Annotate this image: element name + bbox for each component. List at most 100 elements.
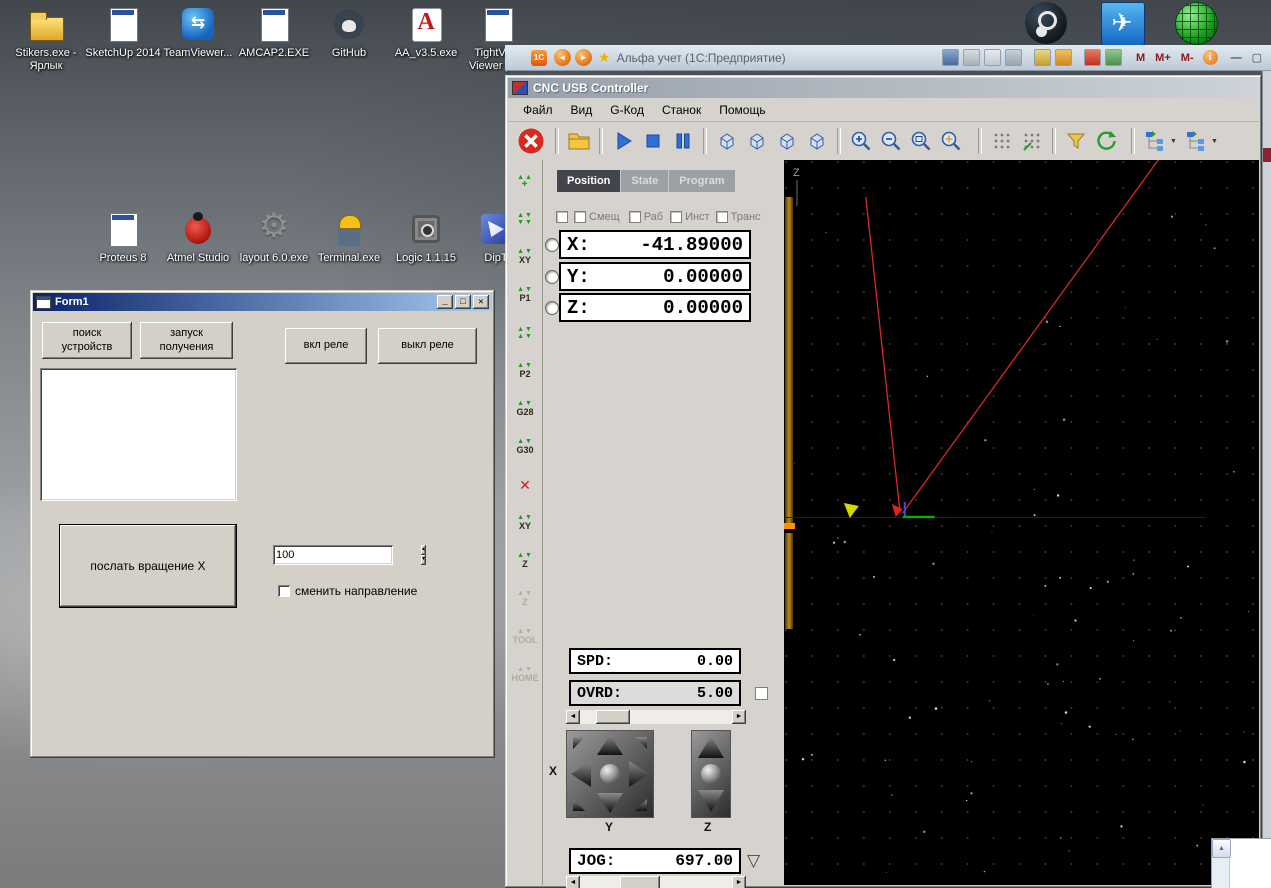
memory-m-button[interactable]: M bbox=[1132, 51, 1149, 65]
jog-center-button[interactable] bbox=[600, 764, 620, 784]
jog-z-center-button[interactable] bbox=[701, 764, 721, 784]
side-cancel-button[interactable]: ✕ bbox=[508, 466, 542, 504]
flag-offset-checkbox[interactable] bbox=[574, 211, 586, 223]
favorites-icon[interactable] bbox=[1034, 49, 1051, 66]
override-scrollbar[interactable]: ◄ ► bbox=[566, 710, 746, 724]
scroll-right-icon[interactable]: ► bbox=[732, 876, 746, 888]
scrollbar-track[interactable] bbox=[580, 876, 732, 888]
tree-structure-button[interactable] bbox=[1181, 126, 1211, 156]
x-axis-radio[interactable] bbox=[545, 238, 559, 252]
desktop-icon-terminal[interactable]: Terminal.exe bbox=[311, 210, 387, 265]
send-rotation-button[interactable]: послать вращение X bbox=[59, 524, 237, 608]
viewport-3d-canvas[interactable]: Z bbox=[784, 160, 1259, 885]
scroll-left-icon[interactable]: ◄ bbox=[566, 710, 580, 724]
menu-gcode[interactable]: G-Код bbox=[601, 101, 653, 119]
desktop-icon-stikers[interactable]: Stikers.exe - Ярлык bbox=[8, 5, 84, 72]
menu-machine[interactable]: Станок bbox=[653, 101, 710, 119]
scrollbar-track[interactable] bbox=[580, 710, 732, 724]
scroll-up-icon[interactable]: ▲ bbox=[1212, 839, 1231, 858]
desktop-icon-amcap[interactable]: AMCAP2.EXE bbox=[236, 5, 312, 60]
jog-diag-ne-button[interactable] bbox=[635, 737, 647, 749]
desktop-icon-globe-app[interactable] bbox=[1158, 2, 1234, 50]
desktop-icon-proteus[interactable]: Proteus 8 bbox=[85, 210, 161, 265]
desktop-icon-sketchup[interactable]: SketchUp 2014 bbox=[85, 5, 161, 60]
find-icon[interactable] bbox=[1005, 49, 1022, 66]
jog-x-minus-button[interactable] bbox=[571, 761, 591, 787]
jog-diag-sw-button[interactable] bbox=[573, 799, 585, 811]
search-devices-button[interactable]: поиск устройств bbox=[42, 322, 132, 359]
show-points-button[interactable] bbox=[987, 126, 1017, 156]
z-axis-radio[interactable] bbox=[545, 301, 559, 315]
steps-input[interactable] bbox=[273, 545, 421, 565]
relay-on-button[interactable]: вкл реле bbox=[285, 328, 367, 364]
stop-button[interactable] bbox=[638, 126, 668, 156]
side-probe-z-button[interactable]: ▲▼ Z bbox=[508, 580, 542, 618]
spinner-down-icon[interactable]: ▼ bbox=[421, 555, 426, 565]
override-checkbox[interactable] bbox=[755, 687, 768, 700]
direction-checkbox[interactable] bbox=[278, 585, 290, 597]
spinner-up-icon[interactable]: ▲ bbox=[421, 545, 426, 555]
jog-z-plus-button[interactable] bbox=[698, 736, 724, 758]
back-button[interactable]: ◄ bbox=[554, 49, 571, 66]
jog-scrollbar[interactable]: ◄ ► bbox=[566, 876, 746, 888]
side-g28-button[interactable]: ▲▼ G28 bbox=[508, 390, 542, 428]
flag-work-checkbox[interactable] bbox=[628, 211, 641, 223]
menu-view[interactable]: Вид bbox=[562, 101, 602, 119]
save-icon[interactable] bbox=[942, 49, 959, 66]
jog-x-plus-button[interactable] bbox=[629, 761, 649, 787]
tree-view-button[interactable] bbox=[1140, 126, 1170, 156]
minimize-button[interactable]: — bbox=[1231, 52, 1242, 64]
side-home-button[interactable]: ▲▼ HOME bbox=[508, 656, 542, 694]
side-tool-button[interactable]: ▲▼ TOOL bbox=[508, 618, 542, 656]
scroll-left-icon[interactable]: ◄ bbox=[566, 876, 580, 888]
side-goto-xy-button[interactable]: ▲▼ XY bbox=[508, 238, 542, 276]
viewport-3d[interactable]: Z bbox=[784, 160, 1259, 885]
side-p2-button[interactable]: ▲▼ P2 bbox=[508, 352, 542, 390]
y-axis-radio[interactable] bbox=[545, 270, 559, 284]
tab-state[interactable]: State bbox=[620, 170, 669, 192]
tree-view-dropdown-icon[interactable]: ▼ bbox=[1170, 126, 1181, 156]
side-g30-button[interactable]: ▲▼ G30 bbox=[508, 428, 542, 466]
jog-y-plus-button[interactable] bbox=[597, 735, 623, 755]
forward-button[interactable]: ► bbox=[575, 49, 592, 66]
maximize-button[interactable]: □ bbox=[455, 295, 471, 309]
jog-dropdown-icon[interactable]: ▽ bbox=[747, 851, 760, 871]
menu-file[interactable]: Файл bbox=[514, 101, 562, 119]
side-zero-xy-button[interactable]: ▲▼ XY bbox=[508, 504, 542, 542]
favorites-star-icon[interactable]: ★ bbox=[598, 49, 611, 66]
refresh-button[interactable] bbox=[1091, 126, 1121, 156]
desktop-icon-aa[interactable]: AA_v3.5.exe bbox=[388, 5, 464, 60]
flag-checkbox[interactable] bbox=[556, 211, 568, 223]
close-button[interactable]: ✕ bbox=[473, 295, 489, 309]
preview-icon[interactable] bbox=[984, 49, 1001, 66]
desktop-icon-teamviewer[interactable]: TeamViewer... bbox=[160, 5, 236, 60]
flag-trans-checkbox[interactable] bbox=[715, 211, 728, 223]
calendar-icon[interactable] bbox=[1084, 49, 1101, 66]
tab-position[interactable]: Position bbox=[557, 170, 621, 192]
steps-spinner[interactable]: ▲ ▼ bbox=[273, 545, 426, 565]
desktop-icon-layout[interactable]: layout 6.0.exe bbox=[236, 206, 312, 265]
maximize-button[interactable]: ▢ bbox=[1252, 51, 1262, 64]
side-jog-minus-button[interactable]: ▲▼ ▼▼ bbox=[508, 200, 542, 238]
side-jog-plus-button[interactable]: ▲▲ ✚ bbox=[508, 162, 542, 200]
print-icon[interactable] bbox=[963, 49, 980, 66]
side-p1-button[interactable]: ▲▼ P1 bbox=[508, 276, 542, 314]
tab-program[interactable]: Program bbox=[668, 170, 735, 192]
onec-vertical-scrollbar[interactable]: ▲ bbox=[1212, 839, 1231, 888]
side-arrows-button[interactable]: ▲▼ ▲▼ bbox=[508, 314, 542, 352]
calculator-icon[interactable] bbox=[1105, 49, 1122, 66]
jog-diag-se-button[interactable] bbox=[635, 799, 647, 811]
jog-diag-nw-button[interactable] bbox=[573, 737, 585, 749]
zoom-window-button[interactable] bbox=[906, 126, 936, 156]
device-listbox[interactable] bbox=[40, 368, 237, 501]
view-side-button[interactable] bbox=[772, 126, 802, 156]
desktop-icon-github[interactable]: GitHub bbox=[311, 5, 387, 60]
zoom-out-button[interactable] bbox=[876, 126, 906, 156]
minimize-button[interactable]: _ bbox=[437, 295, 453, 309]
emergency-stop-button[interactable] bbox=[512, 124, 550, 158]
memory-mplus-button[interactable]: M+ bbox=[1151, 51, 1175, 65]
cnc-titlebar[interactable]: CNC USB Controller bbox=[508, 78, 1259, 98]
relay-off-button[interactable]: выкл реле bbox=[378, 328, 477, 364]
jog-z-minus-button[interactable] bbox=[698, 790, 724, 812]
side-zero-z-button[interactable]: ▲▼ Z bbox=[508, 542, 542, 580]
